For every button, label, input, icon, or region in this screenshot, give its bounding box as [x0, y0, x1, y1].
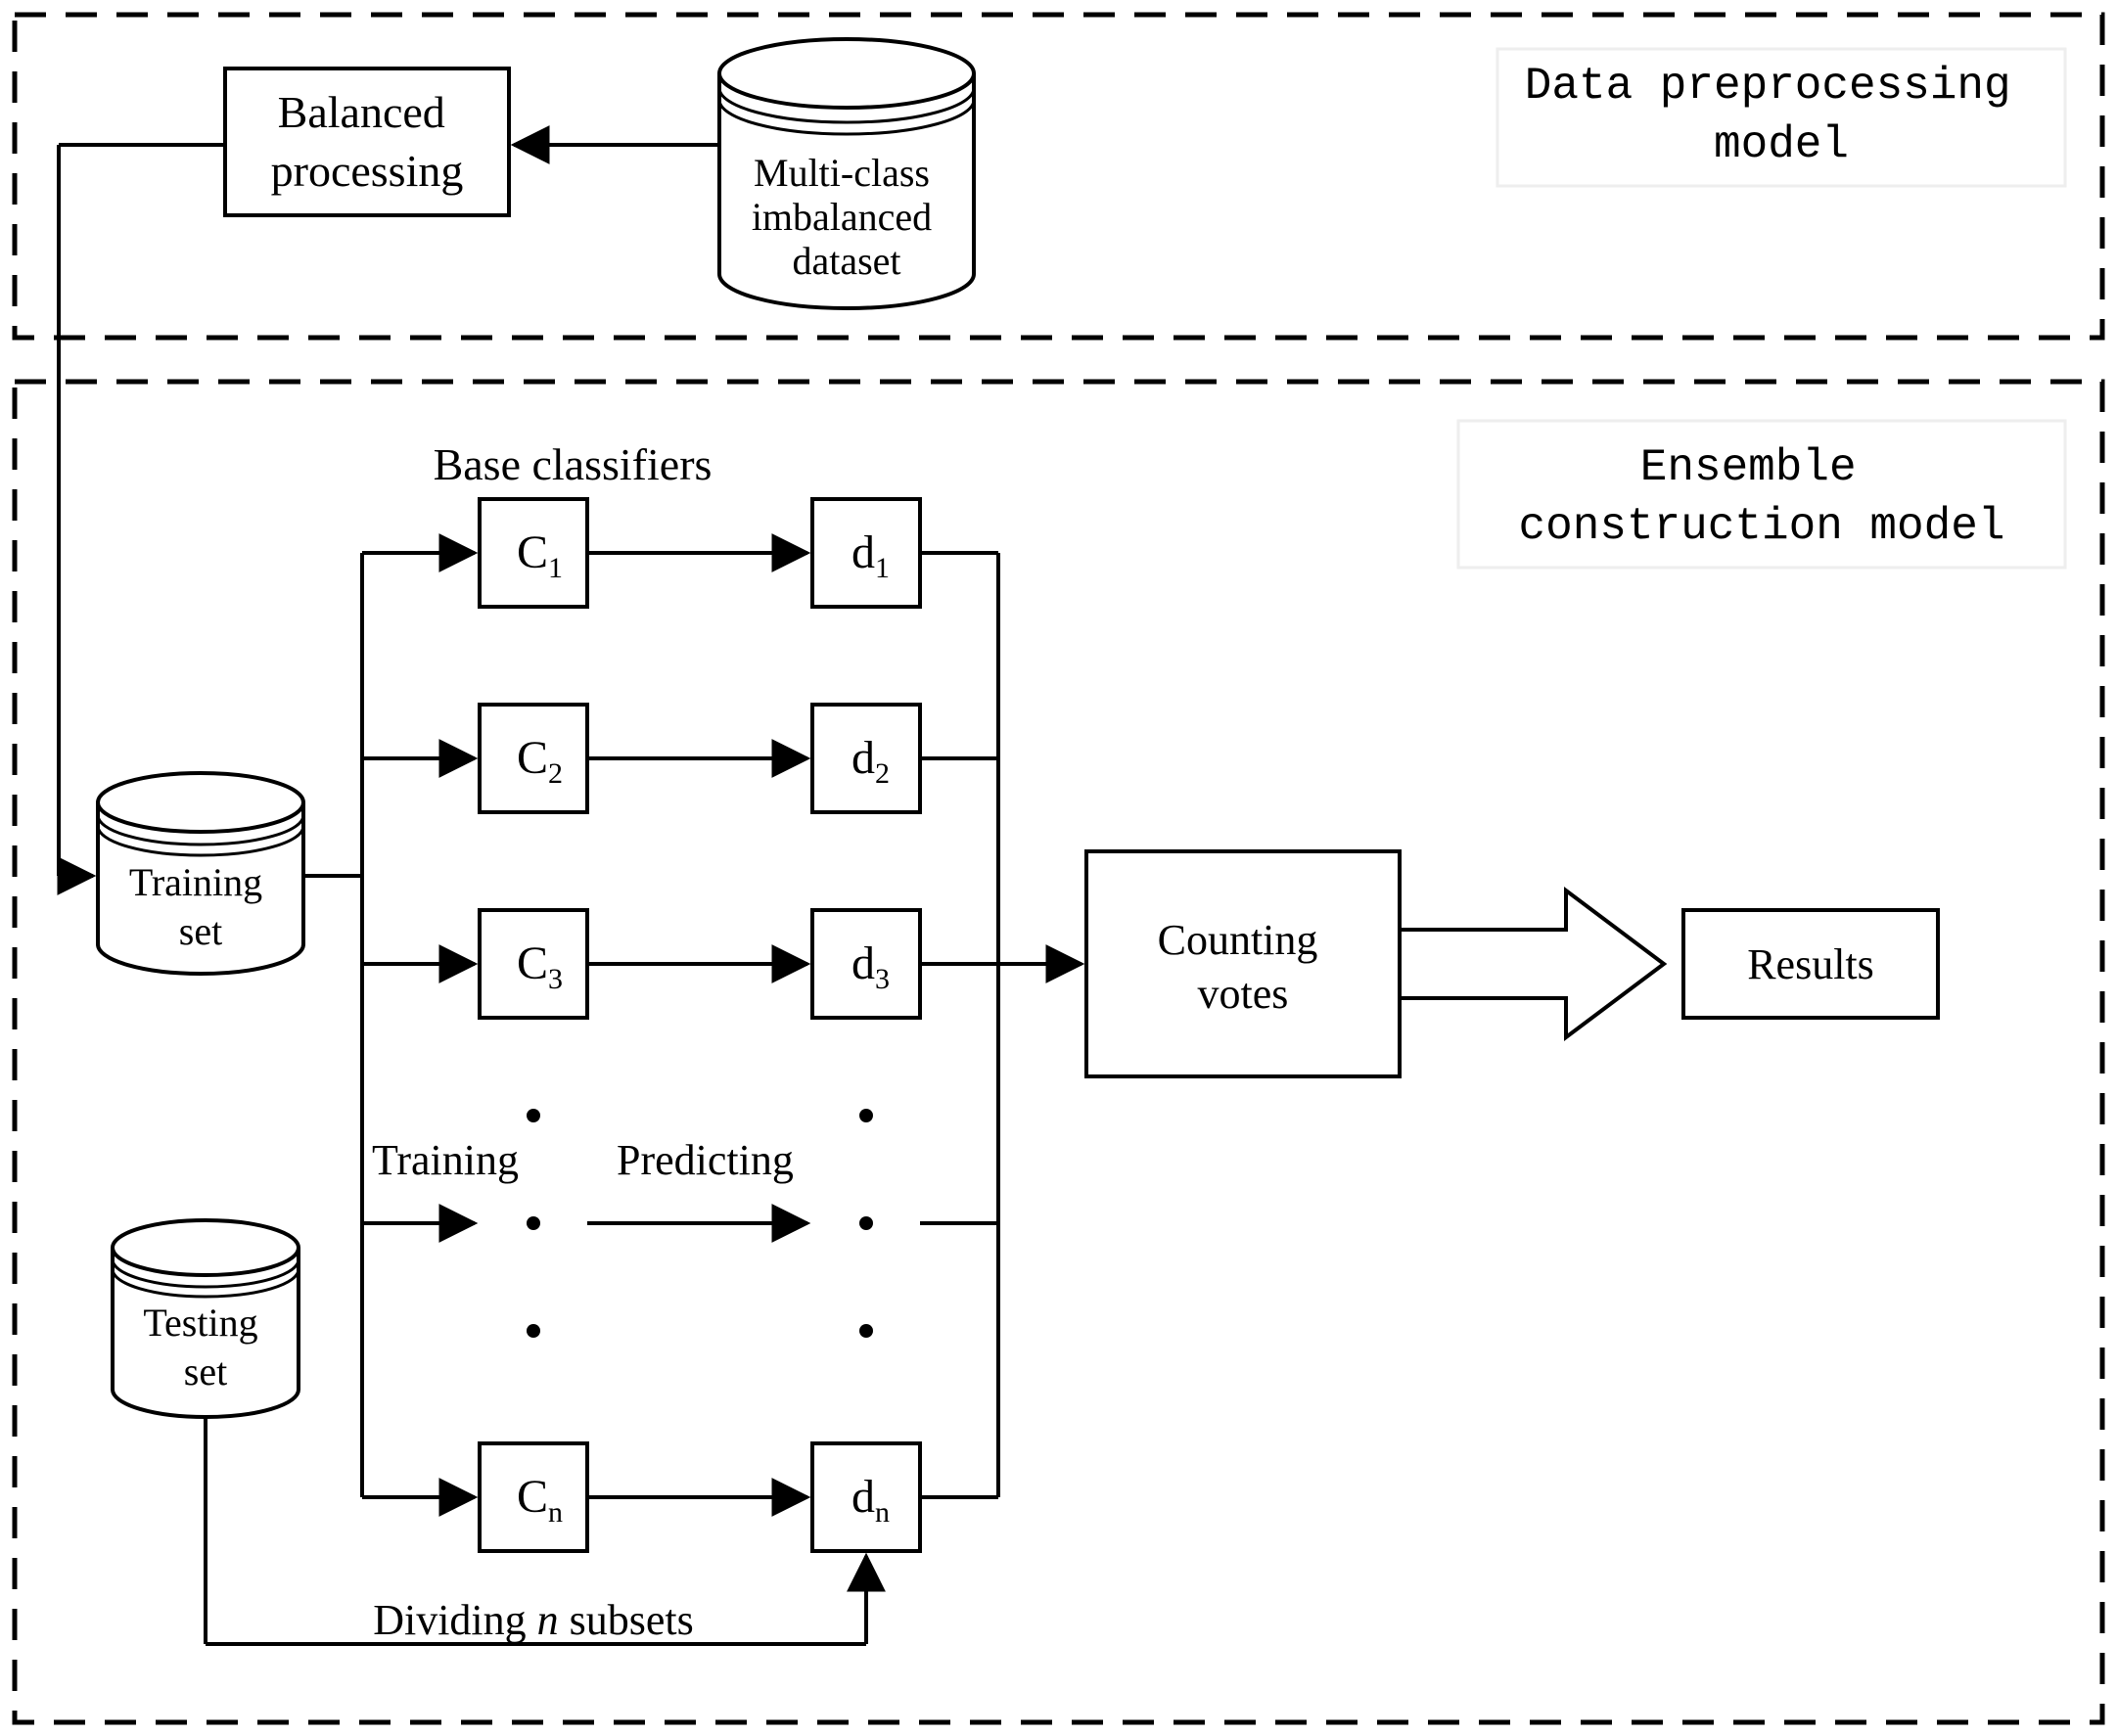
training-arrow-label: Training [372, 1136, 519, 1184]
dots-d-column [859, 1109, 873, 1338]
bottom-panel [15, 382, 2102, 1722]
dividing-label: Dividing n subsets [373, 1596, 694, 1644]
counting-box [1086, 851, 1400, 1076]
top-title: Data preprocessing model [1525, 61, 2039, 170]
results-label: Results [1747, 940, 1874, 988]
bottom-title: Ensemble construction model [1519, 442, 2005, 552]
block-arrow [1400, 891, 1664, 1037]
dots-c-column [527, 1109, 540, 1338]
predicting-arrow-label: Predicting [617, 1136, 794, 1184]
balanced-label: Balanced processing [271, 87, 464, 196]
base-classifiers-label: Base classifiers [434, 439, 713, 489]
